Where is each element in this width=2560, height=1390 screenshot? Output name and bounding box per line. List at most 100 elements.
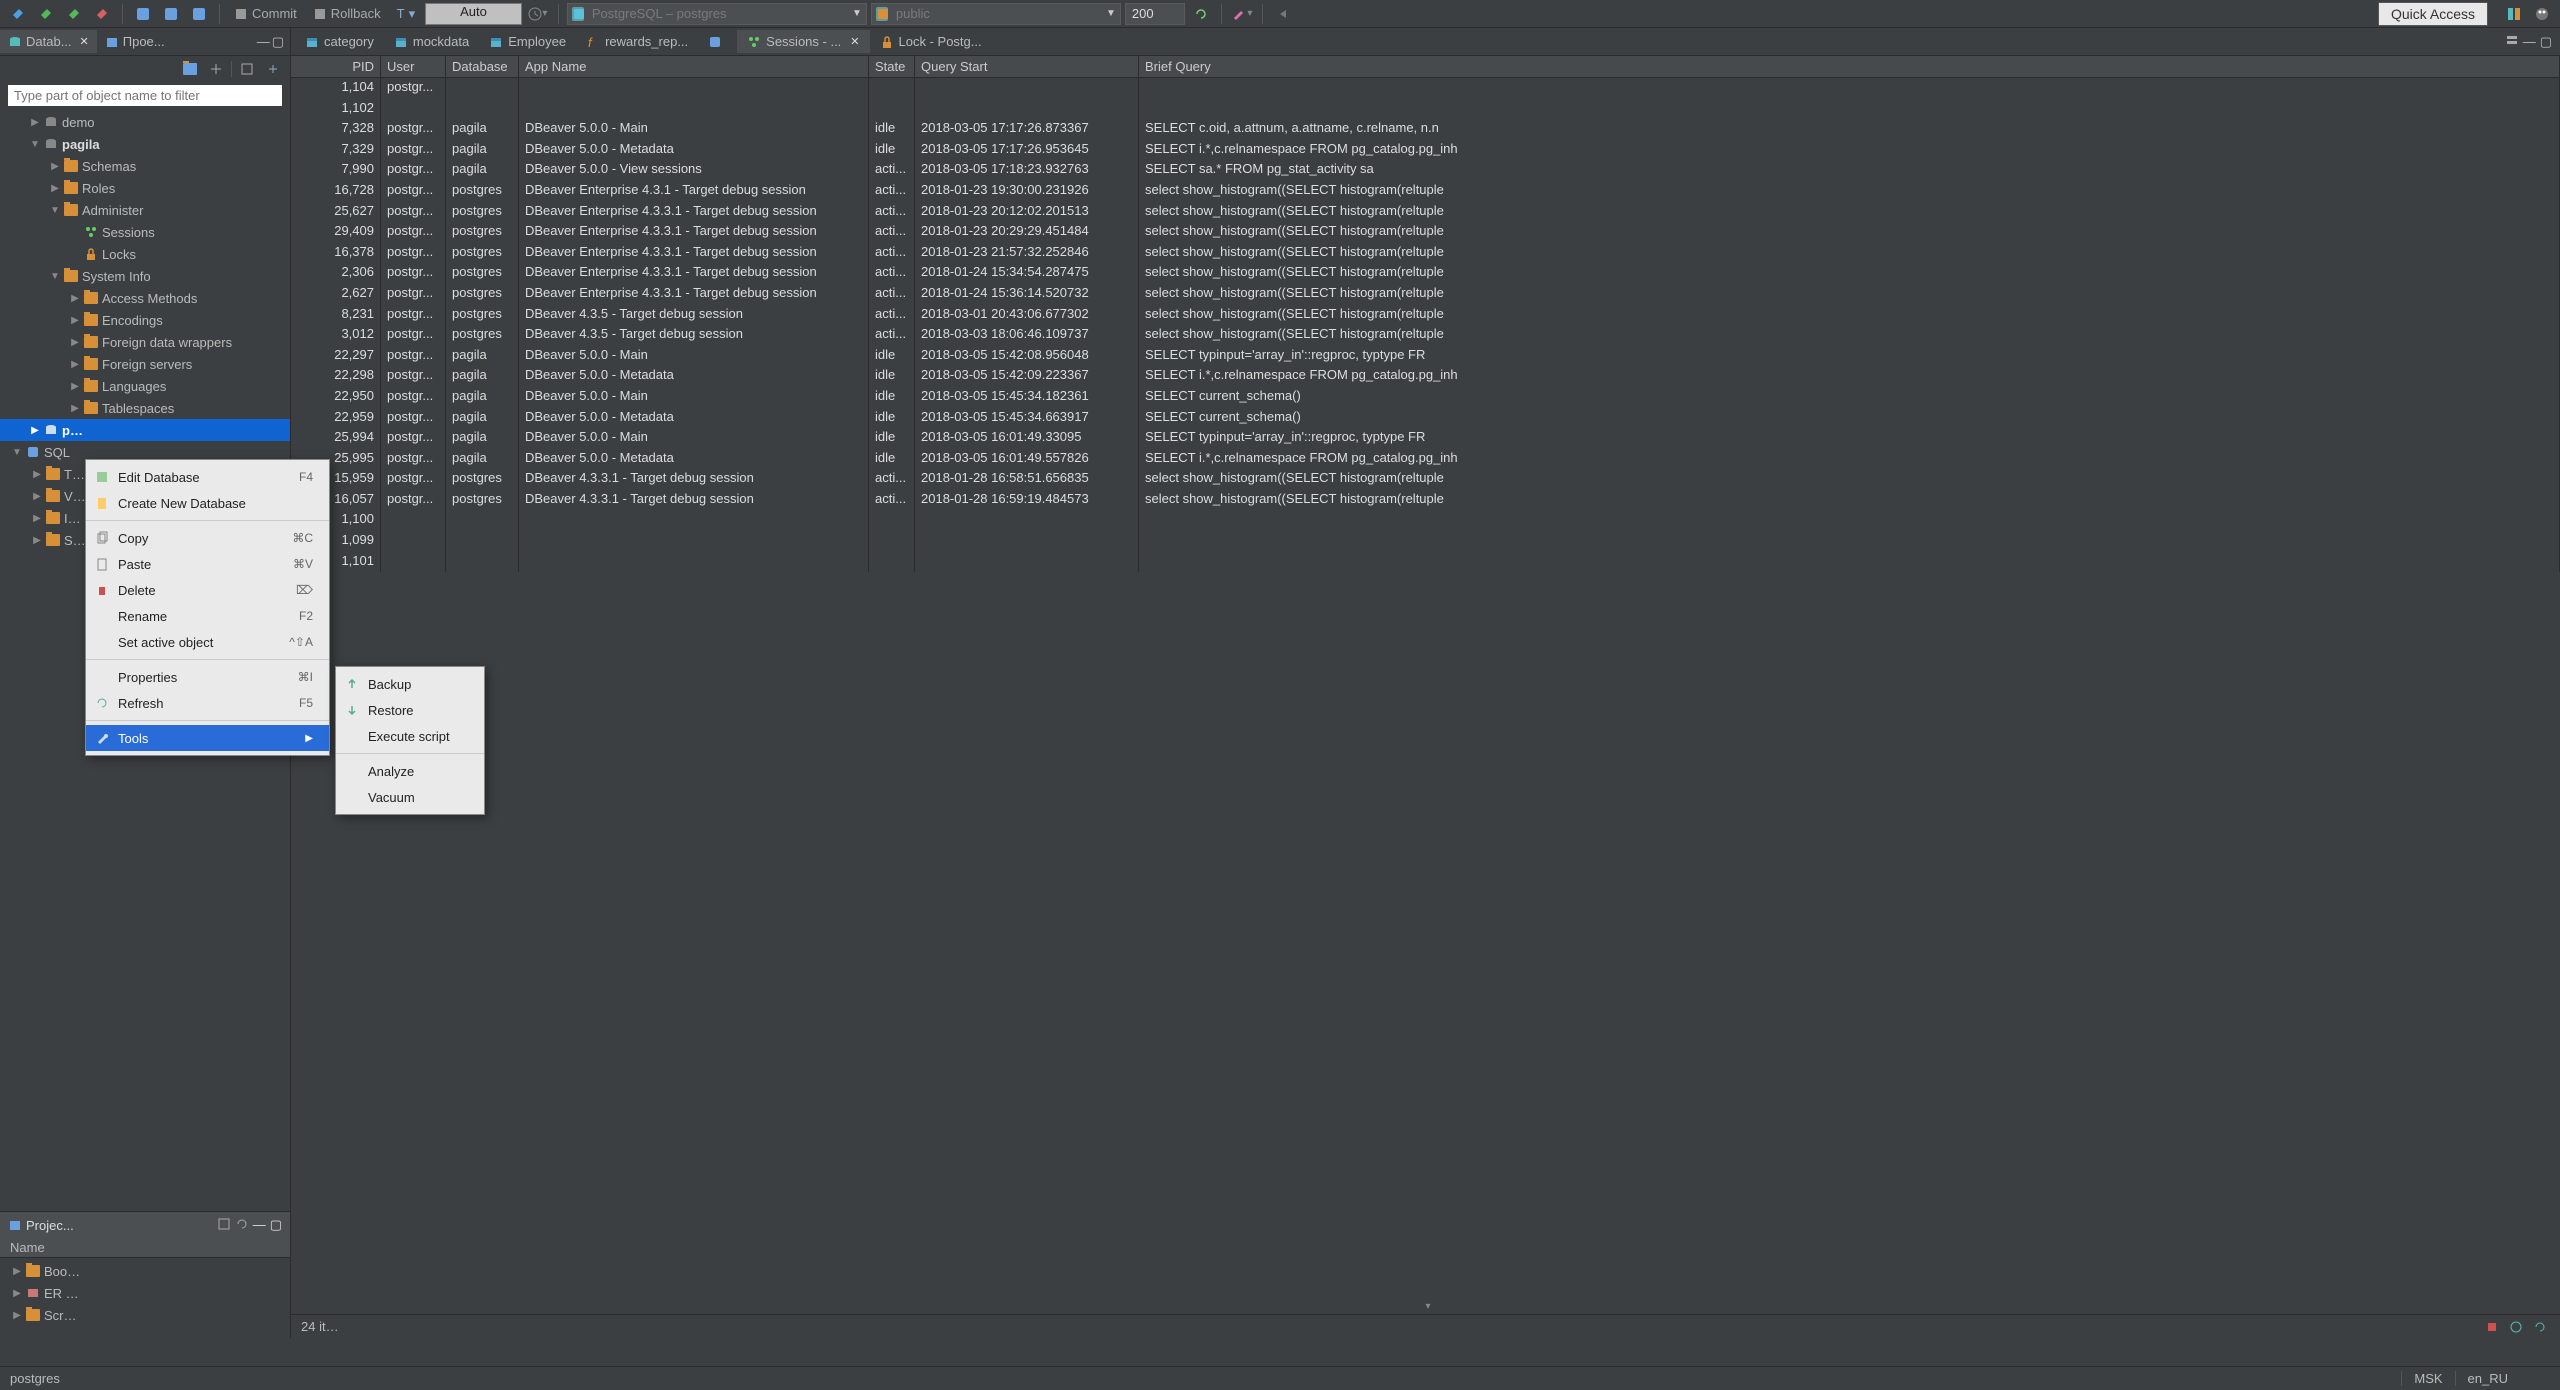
dbeaver-perspective-icon[interactable] — [2530, 2, 2554, 26]
status-timezone[interactable]: MSK — [2401, 1371, 2454, 1386]
submenu-execute[interactable]: Execute script — [336, 723, 484, 749]
table-row[interactable]: 16,378postgr...postgresDBeaver Enterpris… — [291, 243, 2560, 264]
table-row[interactable]: 1,100 — [291, 510, 2560, 531]
table-row[interactable]: 22,950postgr...pagilaDBeaver 5.0.0 - Mai… — [291, 387, 2560, 408]
submenu-vacuum[interactable]: Vacuum — [336, 784, 484, 810]
maximize2-icon[interactable]: ▢ — [270, 1217, 282, 1233]
table-row[interactable]: 15,959postgr...postgresDBeaver 4.3.3.1 -… — [291, 469, 2560, 490]
connect-icon[interactable] — [34, 2, 58, 26]
close-icon[interactable]: ✕ — [80, 35, 89, 48]
menu-paste[interactable]: Paste ⌘V — [86, 551, 329, 577]
commit-button[interactable]: Commit — [228, 2, 303, 26]
menu-set-active[interactable]: Set active object ^⇧A — [86, 629, 329, 655]
tree-item-demo[interactable]: ▶demo — [0, 111, 290, 133]
refresh-icon[interactable] — [1189, 2, 1213, 26]
editor-tab[interactable]: frewards_rep... — [576, 30, 698, 53]
config-view-icon[interactable] — [217, 1217, 231, 1233]
datasource-combo[interactable]: PostgreSQL – postgres ▼ — [567, 3, 867, 25]
back-icon[interactable] — [1271, 2, 1295, 26]
schema-combo[interactable]: public ▼ — [871, 3, 1121, 25]
table-row[interactable]: 25,994postgr...pagilaDBeaver 5.0.0 - Mai… — [291, 428, 2560, 449]
tree-item-sessions[interactable]: Sessions — [0, 221, 290, 243]
tree-item-access-methods[interactable]: ▶Access Methods — [0, 287, 290, 309]
tree-item-fdw[interactable]: ▶Foreign data wrappers — [0, 331, 290, 353]
tree-item-languages[interactable]: ▶Languages — [0, 375, 290, 397]
col-query[interactable]: Brief Query — [1139, 56, 2560, 77]
project-tab[interactable]: Прое... — [97, 30, 173, 53]
tree-item-pagila[interactable]: ▼pagila — [0, 133, 290, 155]
editor-tab[interactable]: Lock - Postg... — [870, 30, 992, 53]
tree-item-foreign-servers[interactable]: ▶Foreign servers — [0, 353, 290, 375]
editor-tab[interactable]: Employee — [479, 30, 576, 53]
minimize2-icon[interactable]: — — [253, 1217, 266, 1233]
menu-properties[interactable]: Properties ⌘I — [86, 664, 329, 690]
link-editor-icon[interactable] — [205, 59, 227, 79]
sql-editor2-icon[interactable] — [159, 2, 183, 26]
table-row[interactable]: 22,298postgr...pagilaDBeaver 5.0.0 - Met… — [291, 366, 2560, 387]
history-icon[interactable]: ▾ — [526, 2, 550, 26]
refresh-grid-icon[interactable] — [2530, 1318, 2550, 1336]
minimize-icon[interactable]: — — [257, 34, 270, 50]
table-row[interactable]: 7,990postgr...pagilaDBeaver 5.0.0 - View… — [291, 160, 2560, 181]
tab-list-icon[interactable] — [2505, 34, 2519, 50]
menu-edit-database[interactable]: Edit Database F4 — [86, 464, 329, 490]
stop-icon[interactable] — [2482, 1318, 2502, 1336]
tree-item-schemas[interactable]: ▶Schemas — [0, 155, 290, 177]
tree-item-administer[interactable]: ▼Administer — [0, 199, 290, 221]
project-er[interactable]: ▶ER … — [0, 1282, 290, 1304]
col-pid[interactable]: PID — [291, 56, 381, 77]
sql-editor-icon[interactable] — [131, 2, 155, 26]
tree-item-system-info[interactable]: ▼System Info — [0, 265, 290, 287]
tree-item-encodings[interactable]: ▶Encodings — [0, 309, 290, 331]
project-bookmarks[interactable]: ▶Boo… — [0, 1260, 290, 1282]
quick-access-button[interactable]: Quick Access — [2378, 2, 2488, 26]
menu-create-database[interactable]: Create New Database — [86, 490, 329, 516]
table-row[interactable]: 16,728postgr...postgresDBeaver Enterpris… — [291, 181, 2560, 202]
collapse-all-icon[interactable] — [236, 59, 258, 79]
tree-item-postgres-selected[interactable]: ▶p… — [0, 419, 290, 441]
project-scripts[interactable]: ▶Scr… — [0, 1304, 290, 1326]
database-navigator-tab[interactable]: Datab... ✕ — [0, 30, 97, 53]
menu-delete[interactable]: Delete ⌦ — [86, 577, 329, 603]
submenu-restore[interactable]: Restore — [336, 697, 484, 723]
editor-tab[interactable] — [698, 31, 737, 53]
refresh-projects-icon[interactable] — [235, 1217, 249, 1233]
tx-mode-btn[interactable]: T▾ — [391, 2, 421, 26]
col-qstart[interactable]: Query Start — [915, 56, 1139, 77]
maximize-icon[interactable]: ▢ — [2540, 34, 2552, 50]
new-folder-icon[interactable] — [179, 59, 201, 79]
col-db[interactable]: Database — [446, 56, 519, 77]
tree-item-tablespaces[interactable]: ▶Tablespaces — [0, 397, 290, 419]
col-state[interactable]: State — [869, 56, 915, 77]
rollback-button[interactable]: Rollback — [307, 2, 387, 26]
tree-item-locks[interactable]: Locks — [0, 243, 290, 265]
status-locale[interactable]: en_RU — [2455, 1371, 2520, 1386]
table-row[interactable]: 25,627postgr...postgresDBeaver Enterpris… — [291, 202, 2560, 223]
editor-tab[interactable]: Sessions - ...✕ — [737, 30, 869, 53]
rows-limit-input[interactable] — [1125, 3, 1185, 25]
expand-icon[interactable] — [262, 59, 284, 79]
table-row[interactable]: 22,959postgr...pagilaDBeaver 5.0.0 - Met… — [291, 408, 2560, 429]
menu-rename[interactable]: Rename F2 — [86, 603, 329, 629]
maximize-icon[interactable]: ▢ — [272, 34, 284, 50]
tree-item-roles[interactable]: ▶Roles — [0, 177, 290, 199]
table-row[interactable]: 3,012postgr...postgresDBeaver 4.3.5 - Ta… — [291, 325, 2560, 346]
menu-tools[interactable]: Tools ▶ — [86, 725, 329, 751]
table-row[interactable]: 1,101 — [291, 552, 2560, 573]
disconnect-icon[interactable] — [90, 2, 114, 26]
table-row[interactable]: 25,995postgr...pagilaDBeaver 5.0.0 - Met… — [291, 449, 2560, 470]
table-row[interactable]: 1,104postgr... — [291, 78, 2560, 99]
col-user[interactable]: User — [381, 56, 446, 77]
auto-commit-button[interactable]: Auto — [425, 3, 522, 25]
globe-icon[interactable] — [2506, 1318, 2526, 1336]
table-row[interactable]: 7,328postgr...pagilaDBeaver 5.0.0 - Main… — [291, 119, 2560, 140]
menu-copy[interactable]: Copy ⌘C — [86, 525, 329, 551]
table-row[interactable]: 2,306postgr...postgresDBeaver Enterprise… — [291, 263, 2560, 284]
new-connection-icon[interactable] — [6, 2, 30, 26]
close-icon[interactable]: ✕ — [850, 35, 859, 48]
brush-icon[interactable]: ▾ — [1230, 2, 1254, 26]
connect2-icon[interactable] — [62, 2, 86, 26]
table-row[interactable]: 2,627postgr...postgresDBeaver Enterprise… — [291, 284, 2560, 305]
editor-tab[interactable]: category — [295, 30, 384, 53]
perspective-icon[interactable] — [2502, 2, 2526, 26]
